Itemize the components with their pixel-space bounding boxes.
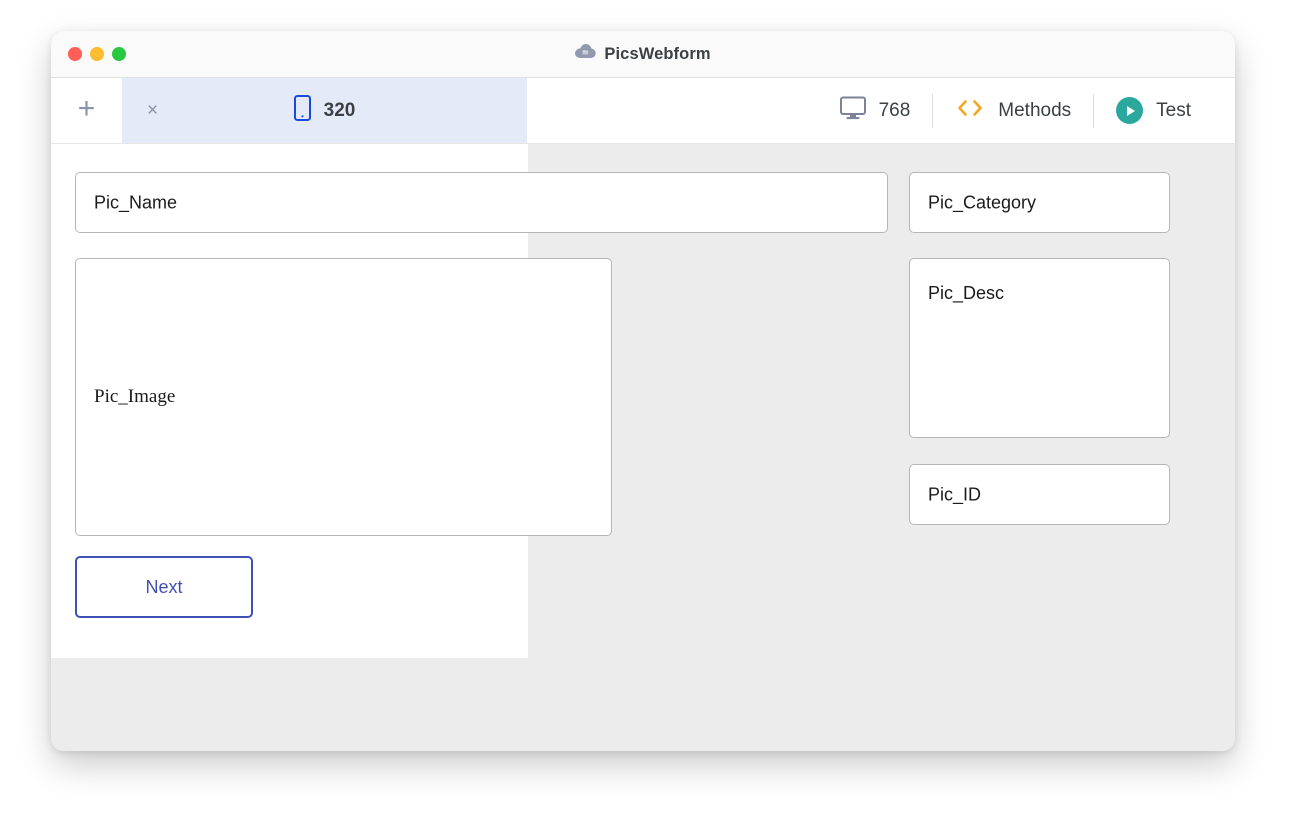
field-pic-category[interactable]: Pic_Category bbox=[909, 172, 1170, 233]
field-pic-desc[interactable]: Pic_Desc bbox=[909, 258, 1170, 438]
desktop-viewport-button[interactable]: 768 bbox=[818, 92, 933, 130]
test-button[interactable]: Test bbox=[1094, 92, 1213, 130]
toolbar-left-group: + × 320 bbox=[51, 78, 527, 143]
desktop-monitor-icon bbox=[839, 96, 866, 125]
toolbar-right-group: 768 Methods Test bbox=[818, 78, 1235, 143]
mobile-phone-icon bbox=[293, 95, 311, 126]
window-titlebar: PicsWebform bbox=[51, 31, 1235, 78]
add-viewport-button[interactable]: + bbox=[51, 78, 122, 143]
traffic-light-buttons bbox=[68, 47, 126, 61]
next-button[interactable]: Next bbox=[75, 556, 253, 618]
app-window: PicsWebform + × 320 768 Methods Test Pic… bbox=[51, 31, 1235, 751]
field-label-pic-desc: Pic_Desc bbox=[928, 283, 1005, 303]
play-circle-icon bbox=[1116, 97, 1144, 124]
field-label-pic-image: Pic_Image bbox=[94, 386, 176, 407]
desktop-width-label: 768 bbox=[878, 99, 911, 121]
maximize-window-button[interactable] bbox=[112, 47, 126, 61]
device-toolbar: + × 320 768 Methods Test bbox=[51, 78, 1235, 144]
methods-label: Methods bbox=[998, 99, 1072, 121]
field-label-pic-category: Pic_Category bbox=[928, 192, 1037, 212]
methods-button[interactable]: Methods bbox=[933, 92, 1093, 130]
code-brackets-icon bbox=[955, 98, 985, 123]
cloud-icon bbox=[575, 44, 597, 64]
window-title-group: PicsWebform bbox=[51, 31, 1235, 77]
minimize-window-button[interactable] bbox=[90, 47, 104, 61]
close-window-button[interactable] bbox=[68, 47, 82, 61]
desktop-backdrop: PicsWebform + × 320 768 Methods Test Pic… bbox=[0, 0, 1299, 829]
form-canvas: Pic_Name Pic_Image Pic_Category Pic_Desc… bbox=[51, 144, 1235, 751]
test-label: Test bbox=[1156, 99, 1191, 121]
field-pic-image[interactable]: Pic_Image bbox=[75, 258, 612, 536]
field-pic-name[interactable]: Pic_Name bbox=[75, 172, 888, 233]
viewport-width-label: 320 bbox=[323, 99, 356, 121]
viewport-tab-content: 320 bbox=[122, 95, 527, 126]
close-icon[interactable]: × bbox=[147, 101, 158, 120]
plus-icon: + bbox=[77, 92, 96, 125]
field-label-pic-name: Pic_Name bbox=[94, 192, 178, 212]
next-button-label: Next bbox=[145, 576, 183, 597]
field-pic-id[interactable]: Pic_ID bbox=[909, 464, 1170, 525]
window-title: PicsWebform bbox=[604, 44, 711, 63]
field-label-pic-id: Pic_ID bbox=[928, 484, 982, 504]
viewport-tab-320[interactable]: × 320 bbox=[122, 78, 527, 143]
